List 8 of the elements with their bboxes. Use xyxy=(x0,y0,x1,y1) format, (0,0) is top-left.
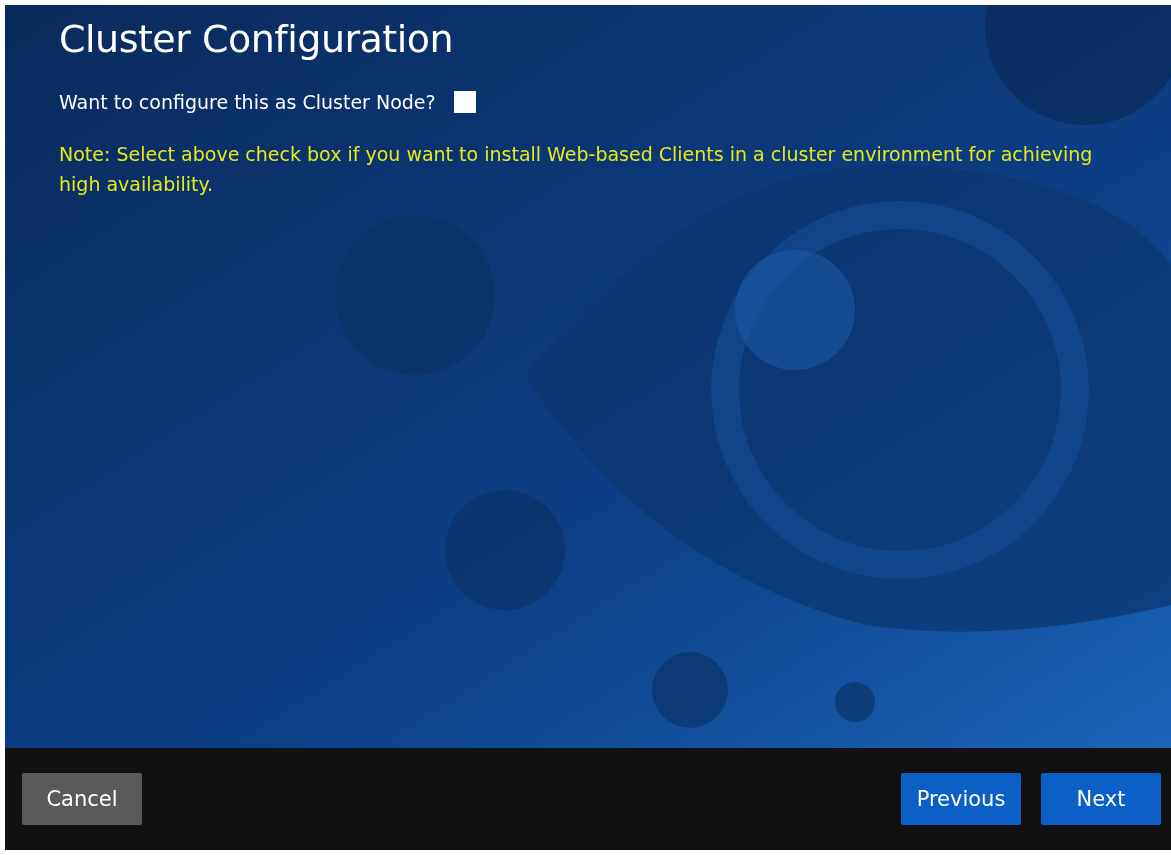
cancel-button[interactable]: Cancel xyxy=(22,773,142,825)
cluster-node-checkbox[interactable] xyxy=(453,91,476,113)
note-text: Note: Select above check box if you want to install Web-based Clients in a cluster environment for achieving high availability. xyxy=(59,142,1094,197)
page-title: Cluster Configuration xyxy=(59,16,455,63)
circle-shape xyxy=(835,682,875,722)
previous-button[interactable]: Previous xyxy=(901,773,1021,825)
cluster-node-label: Want to configure this as Cluster Node? xyxy=(59,91,436,113)
next-button[interactable]: Next xyxy=(1041,773,1161,825)
